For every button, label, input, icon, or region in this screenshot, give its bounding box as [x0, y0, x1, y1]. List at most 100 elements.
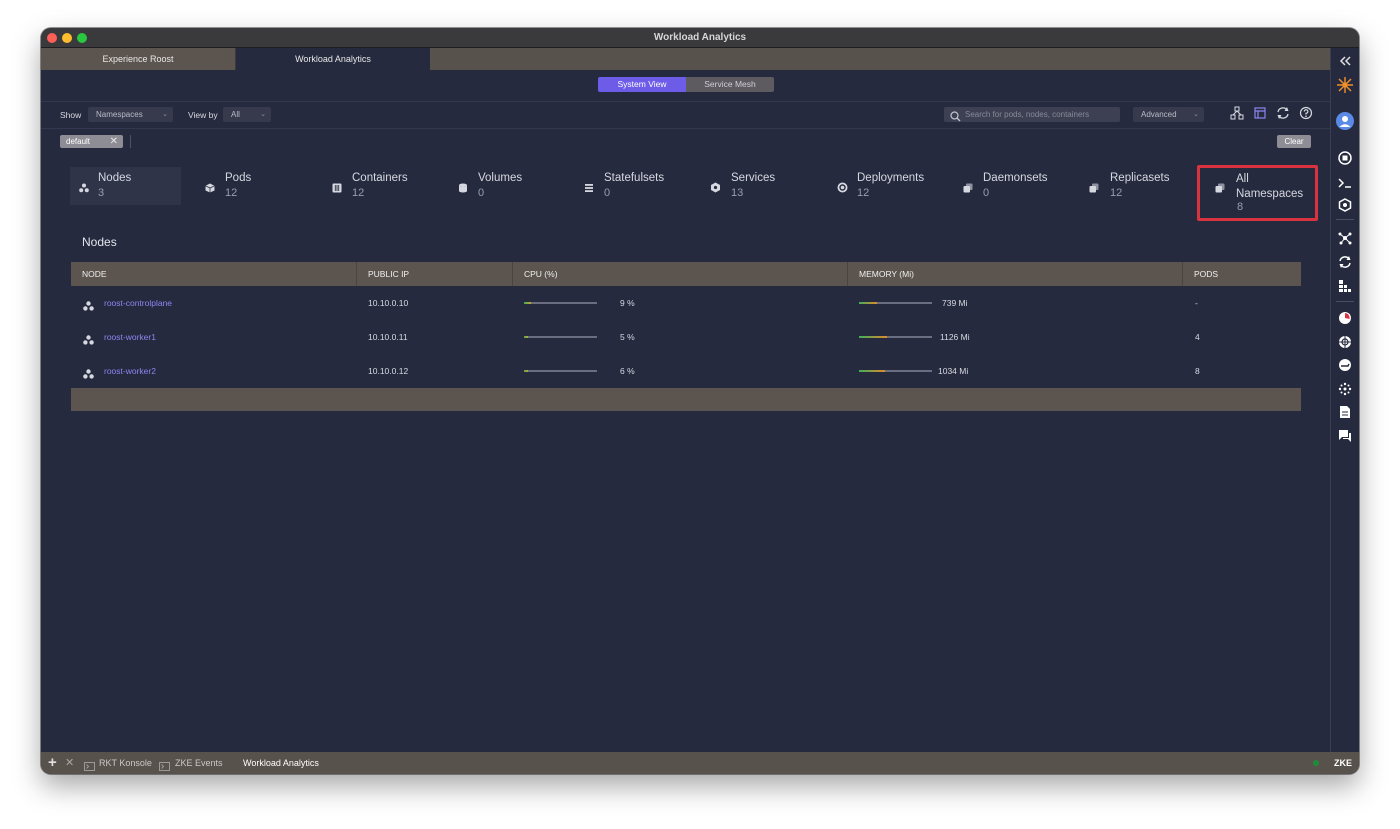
close-icon[interactable]: ✕	[110, 135, 118, 148]
title-bar: Workload Analytics	[41, 28, 1359, 48]
memory-value: 1126 Mi	[940, 332, 970, 342]
tab-workload-analytics[interactable]: Workload Analytics	[236, 48, 430, 70]
network-graph-icon[interactable]	[1336, 229, 1354, 247]
node-icon	[83, 366, 94, 384]
stat-label: Services	[731, 172, 776, 184]
sun-logo-icon[interactable]	[1336, 76, 1354, 94]
namespace-filter-chip[interactable]: default ✕	[60, 135, 123, 148]
node-name-link[interactable]: roost-worker2	[104, 354, 156, 388]
show-select[interactable]: Namespaces ⌄	[88, 107, 173, 122]
stat-replicasets[interactable]: Replicasets 12	[1080, 167, 1190, 205]
viewby-select[interactable]: All ⌄	[223, 107, 271, 122]
close-icon[interactable]: ✕	[65, 752, 74, 774]
stat-label: Deployments	[857, 172, 925, 184]
list-icon	[584, 180, 594, 192]
stat-statefulsets[interactable]: Statefulsets 0	[575, 167, 695, 205]
stat-pods[interactable]: Pods 12	[196, 167, 306, 205]
stop-circle-icon[interactable]	[1336, 149, 1354, 167]
table-row[interactable]: roost-controlplane 10.10.0.10 9 % 739 Mi…	[71, 286, 1301, 320]
pods-value: -	[1195, 298, 1198, 308]
tab-bar: Experience Roost Workload Analytics	[41, 48, 1330, 70]
terminal-icon[interactable]	[1336, 174, 1354, 192]
chevron-down-icon: ⌄	[1193, 111, 1199, 118]
terminal-icon	[159, 758, 170, 774]
cpu-value: 6 %	[620, 366, 635, 376]
memory-value: 1034 Mi	[938, 366, 969, 376]
stat-services[interactable]: Services 13	[701, 167, 811, 205]
refresh-icon[interactable]	[1276, 106, 1290, 120]
stat-daemonsets[interactable]: Daemonsets 0	[954, 167, 1074, 205]
stat-label: Volumes	[478, 172, 523, 184]
cpu-bar	[524, 370, 597, 372]
container-icon	[332, 180, 342, 193]
view-toggle: System View Service Mesh View	[598, 77, 774, 92]
table-row[interactable]: roost-worker2 10.10.0.12 6 % 1034 Mi 8	[71, 354, 1301, 388]
clear-button[interactable]: Clear	[1277, 135, 1311, 148]
sync-icon[interactable]	[1336, 253, 1354, 271]
stat-volumes[interactable]: Volumes 0	[449, 167, 559, 205]
table-row[interactable]: roost-worker1 10.10.0.11 5 % 1126 Mi 4	[71, 320, 1301, 354]
right-toolbar	[1330, 48, 1359, 752]
pods-value: 8	[1195, 366, 1200, 376]
docker-icon[interactable]	[1336, 356, 1354, 374]
memory-bar-fill	[859, 336, 887, 338]
settings-hexagon-icon[interactable]	[1336, 196, 1354, 214]
chat-bubbles-icon[interactable]	[1336, 427, 1354, 445]
statusbar-tab-rkt-konsole[interactable]: RKT Konsole	[99, 752, 152, 774]
stat-deployments[interactable]: Deployments 12	[828, 167, 948, 205]
advanced-select[interactable]: Advanced ⌄	[1133, 107, 1204, 122]
statusbar-tab-workload-analytics[interactable]: Workload Analytics	[243, 752, 319, 774]
system-view-button[interactable]: System View	[598, 77, 686, 92]
sparkle-dots-icon[interactable]	[1336, 380, 1354, 398]
table-view-icon[interactable]	[1253, 106, 1267, 120]
section-title: Nodes	[82, 235, 117, 249]
stat-count: 12	[352, 187, 365, 199]
stat-containers[interactable]: Containers 12	[323, 167, 433, 205]
node-name-link[interactable]: roost-controlplane	[104, 286, 172, 320]
cpu-bar-fill	[524, 302, 531, 304]
column-header-memory[interactable]: MEMORY (Mi)	[848, 262, 1183, 286]
user-avatar-icon[interactable]	[1336, 112, 1354, 130]
collapse-chevrons-icon[interactable]	[1336, 52, 1354, 70]
add-tab-icon[interactable]: +	[48, 752, 57, 774]
viewby-label: View by	[188, 110, 218, 120]
divider	[41, 101, 1330, 102]
table-header: NODE PUBLIC IP CPU (%) MEMORY (Mi) PODS	[71, 262, 1301, 286]
window-title: Workload Analytics	[653, 32, 747, 43]
zke-label[interactable]: ZKE	[1334, 752, 1352, 774]
column-header-pods[interactable]: PODS	[1183, 262, 1301, 286]
blocks-icon[interactable]	[1336, 277, 1354, 295]
copy-icon	[1089, 180, 1099, 193]
workload-analytics-panel: System View Service Mesh View Show Names…	[41, 70, 1330, 752]
helm-wheel-icon[interactable]	[1336, 333, 1354, 351]
topology-icon[interactable]	[1230, 106, 1244, 120]
stat-count: 13	[731, 187, 744, 199]
document-icon[interactable]	[1336, 403, 1354, 421]
chevron-down-icon: ⌄	[260, 111, 266, 118]
column-header-ip[interactable]: PUBLIC IP	[357, 262, 513, 286]
cube-icon	[205, 180, 215, 193]
gauge-icon[interactable]	[1336, 309, 1354, 327]
stat-label: Daemonsets	[983, 172, 1048, 184]
cpu-bar	[524, 336, 597, 338]
stat-label: Nodes	[98, 172, 132, 184]
advanced-select-value: Advanced	[1141, 110, 1177, 119]
cpu-bar-fill	[524, 336, 528, 338]
node-name-link[interactable]: roost-worker1	[104, 320, 156, 354]
terminal-icon	[84, 758, 95, 774]
stat-label: Pods	[225, 172, 252, 184]
column-header-node[interactable]: NODE	[71, 262, 357, 286]
tab-experience-roost[interactable]: Experience Roost	[41, 48, 236, 70]
stat-count: 3	[98, 187, 105, 199]
service-mesh-view-button[interactable]: Service Mesh View	[686, 77, 774, 92]
help-icon[interactable]	[1299, 106, 1313, 120]
memory-bar	[859, 370, 932, 372]
node-icon	[83, 332, 94, 350]
divider	[130, 135, 131, 148]
column-header-cpu[interactable]: CPU (%)	[513, 262, 848, 286]
search-input[interactable]: Search for pods, nodes, containers	[944, 107, 1120, 122]
cpu-bar-fill	[524, 370, 529, 372]
statusbar-tab-zke-events[interactable]: ZKE Events	[175, 752, 223, 774]
stat-nodes[interactable]: Nodes 3	[70, 167, 181, 205]
pods-value: 4	[1195, 332, 1200, 342]
